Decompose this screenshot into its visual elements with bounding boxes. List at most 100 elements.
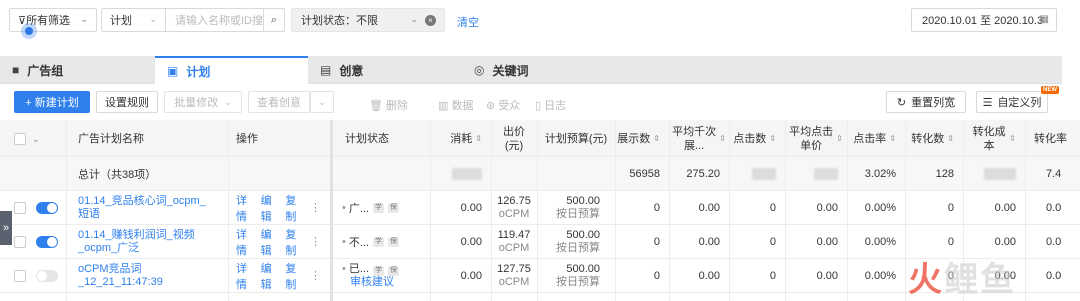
tab-plan[interactable]: ▣ 计划	[155, 56, 308, 84]
edit-link[interactable]: 编辑	[261, 226, 281, 258]
edit-link[interactable]: 编辑	[261, 260, 281, 292]
row-checkbox[interactable]	[14, 269, 26, 282]
row-checkbox-cell[interactable]	[14, 191, 28, 224]
sort-icon[interactable]: ⇕	[889, 134, 896, 142]
row-checkbox[interactable]	[14, 201, 26, 214]
divider	[615, 120, 616, 301]
edit-link[interactable]: 编辑	[261, 192, 281, 224]
table-row[interactable]: 01.14_竞品核心词_ocpm_短语 详情 编辑 复制 ⋮ • 广... 学保 0.00…	[0, 191, 1080, 225]
expand-sidebar-handle[interactable]: »	[0, 211, 12, 245]
enable-toggle[interactable]	[36, 235, 58, 248]
tab-keyword[interactable]: ◎ 关键词	[474, 56, 634, 84]
col-cost[interactable]: 消耗 ⇕	[432, 120, 490, 157]
watermark-logo: 火鲤鱼	[908, 252, 1016, 301]
reset-columns-button[interactable]: ↻ 重置列宽	[886, 91, 966, 113]
details-link[interactable]: 详情	[236, 192, 256, 224]
watermark-grey: 鲤鱼	[944, 261, 1016, 299]
row-toggle-cell[interactable]	[36, 191, 66, 224]
search-button[interactable]: ⌕	[263, 8, 285, 32]
plan-name[interactable]: oCPM竞品词_12_21_11:47:39	[78, 259, 206, 292]
total-cpa	[964, 157, 1024, 190]
row-clicks: 0	[769, 269, 776, 282]
more-icon[interactable]: ⋮	[310, 269, 321, 282]
more-icon[interactable]: ⋮	[310, 201, 321, 214]
sort-icon[interactable]: ⇕	[1009, 134, 1016, 142]
col-cpa[interactable]: 转化成本 ⇕	[964, 120, 1024, 157]
search-input[interactable]: 请输入名称或ID搜	[165, 8, 263, 32]
protect-tag: 保	[388, 202, 400, 213]
divider	[537, 120, 538, 301]
log-button[interactable]: ▯ 日志	[535, 97, 566, 113]
copy-link[interactable]: 复制	[285, 260, 305, 292]
clear-status-icon[interactable]: ×	[425, 15, 436, 26]
set-rule-button[interactable]: 设置规则	[96, 91, 158, 113]
total-label: 总计（共38项）	[78, 168, 157, 181]
select-all-checkbox[interactable]	[14, 132, 26, 145]
tab-ad-group-label: 广告组	[27, 63, 64, 78]
enable-toggle[interactable]	[36, 269, 58, 282]
status-text: 已...	[348, 262, 370, 275]
delete-button[interactable]: 🗑 删除	[369, 97, 408, 113]
col-bid: 出价(元)	[492, 120, 536, 157]
copy-link[interactable]: 复制	[285, 192, 305, 224]
plan-name-link[interactable]: oCPM竞品词_12_21_11:47:39	[78, 263, 206, 289]
enable-toggle[interactable]	[36, 201, 58, 214]
review-suggestion-link[interactable]: 审核建议	[350, 276, 394, 289]
row-cpc: 0.00	[816, 201, 838, 214]
col-conversions[interactable]: 转化数 ⇕	[906, 120, 962, 157]
col-cpm-label: 平均千次展...	[672, 125, 717, 152]
col-clicks-label: 点击数	[733, 132, 767, 145]
col-ctr[interactable]: 点击率 ⇕	[848, 120, 904, 157]
col-cpc[interactable]: 平均点击单价 ⇕	[786, 120, 846, 157]
row-ops: 详情 编辑 复制 ⋮	[236, 191, 326, 224]
sort-icon[interactable]: ⇕	[947, 134, 954, 142]
view-creative-dropdown[interactable]: ⌄	[310, 91, 334, 113]
row-cost: 0.00	[460, 235, 482, 248]
audience-button[interactable]: ⊛ 受众	[486, 97, 520, 113]
sort-icon[interactable]: ⇕	[653, 134, 660, 142]
sort-icon[interactable]: ⇕	[475, 134, 482, 142]
plan-name-link[interactable]: 01.14_赚钱利润词_视频_ocpm_广泛	[78, 229, 206, 255]
plan-name-link[interactable]: 01.14_竞品核心词_ocpm_短语	[78, 195, 206, 221]
more-icon[interactable]: ⋮	[310, 235, 321, 248]
sort-icon[interactable]: ⇕	[769, 134, 776, 142]
chevron-down-icon[interactable]: ⌄	[32, 132, 40, 146]
view-creative-button[interactable]: 查看创意	[248, 91, 310, 113]
new-plan-button[interactable]: + 新建计划	[14, 91, 90, 113]
details-link[interactable]: 详情	[236, 260, 256, 292]
sort-icon[interactable]: ⇕	[836, 134, 843, 142]
plan-status-chip[interactable]: 计划状态：不限 ⌄ ×	[291, 8, 445, 32]
tab-creative[interactable]: ▤ 创意	[320, 56, 460, 84]
row-checkbox[interactable]	[14, 235, 26, 248]
batch-edit-button[interactable]: 批量修改 ⌄	[164, 91, 242, 113]
row-checkbox-cell[interactable]	[14, 225, 28, 258]
data-button[interactable]: ▥ 数据	[438, 97, 473, 113]
col-impressions[interactable]: 展示数 ⇕	[616, 120, 668, 157]
date-range-text: 2020.10.01 至 2020.10.3	[922, 15, 1044, 27]
sort-icon[interactable]: ⇕	[719, 134, 726, 142]
row-checkbox-cell[interactable]	[14, 259, 28, 292]
frozen-divider[interactable]	[330, 120, 333, 301]
custom-columns-button[interactable]: ☰ 自定义列	[976, 91, 1048, 113]
plan-name[interactable]: 01.14_赚钱利润词_视频_ocpm_广泛	[78, 225, 206, 258]
plan-name[interactable]: 01.14_竞品核心词_ocpm_短语	[78, 191, 206, 224]
row-ctr: 0.00%	[864, 235, 896, 248]
total-ctr: 3.02%	[864, 167, 896, 180]
divider	[1025, 120, 1026, 301]
row-toggle-cell[interactable]	[36, 225, 66, 258]
details-link[interactable]: 详情	[236, 226, 256, 258]
date-range-picker[interactable]: 2020.10.01 至 2020.10.3 ▦	[911, 8, 1057, 32]
plan-type-select[interactable]: 计划 ⌄	[101, 8, 165, 32]
clear-filters-link[interactable]: 清空	[457, 14, 479, 30]
tab-ad-group[interactable]: ■ 广告组	[12, 56, 154, 84]
learning-tag: 学	[373, 236, 385, 247]
col-cpm[interactable]: 平均千次展... ⇕	[670, 120, 728, 157]
status-text: 不...	[348, 236, 370, 249]
masked-value	[984, 167, 1016, 180]
row-toggle-cell[interactable]	[36, 259, 66, 292]
protect-tag: 保	[388, 236, 400, 247]
col-clicks[interactable]: 点击数 ⇕	[730, 120, 784, 157]
row-bid: 119.47 oCPM	[492, 225, 536, 258]
select-all-cell[interactable]: ⌄	[14, 120, 54, 157]
copy-link[interactable]: 复制	[285, 226, 305, 258]
